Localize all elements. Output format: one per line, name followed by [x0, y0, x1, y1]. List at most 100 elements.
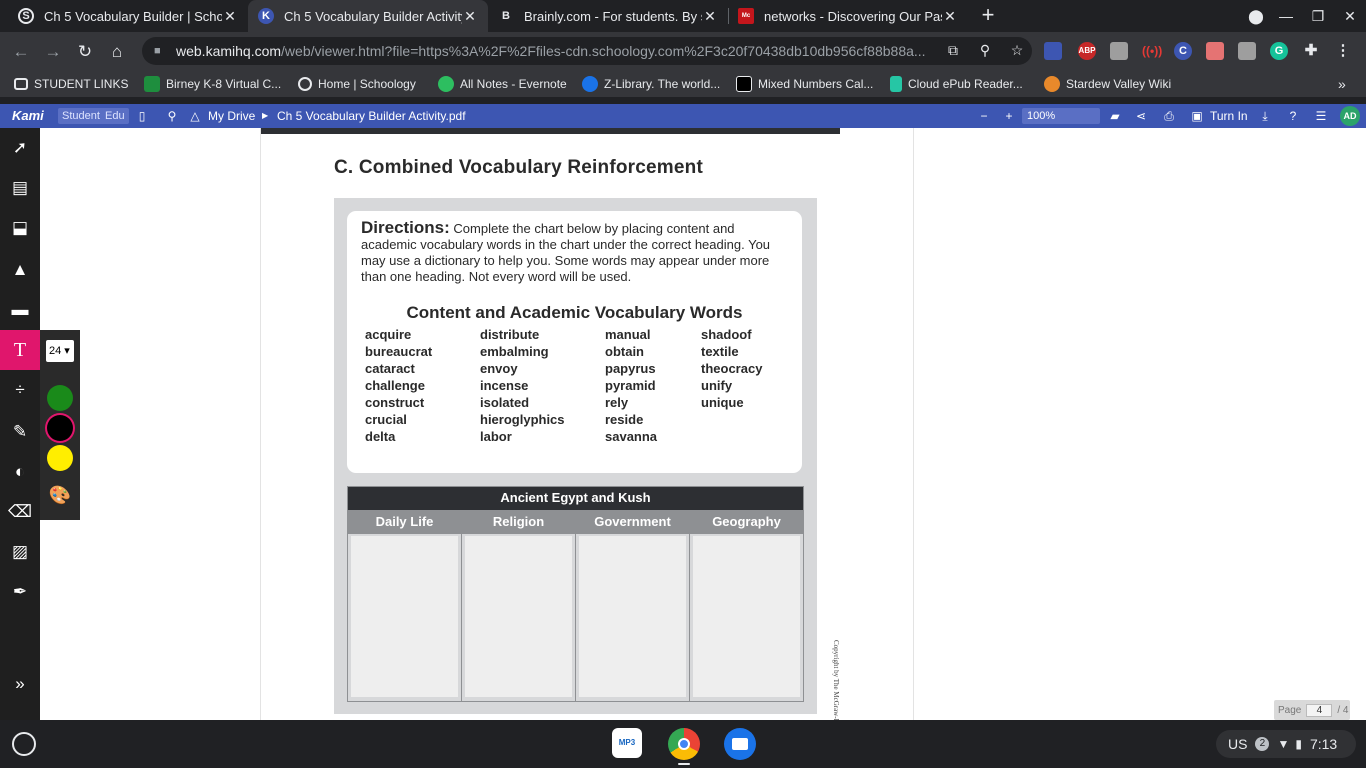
avatar[interactable]: AD — [1340, 106, 1360, 126]
bookmark-label: Z-Library. The world... — [604, 77, 721, 91]
text-tool-icon[interactable]: T — [0, 330, 40, 370]
share-icon[interactable]: ⋖ — [1132, 107, 1150, 125]
equation-tool-icon[interactable]: ÷ — [0, 370, 40, 410]
mp3-app-icon[interactable]: MP3 — [612, 728, 642, 758]
vocab-word: hieroglyphics — [480, 412, 565, 427]
save-icon[interactable]: ▣ — [1188, 107, 1206, 125]
close-tab-icon[interactable]: ✕ — [702, 8, 718, 25]
tab-search-icon[interactable]: ⬤ — [1240, 0, 1272, 32]
schoology-icon — [298, 77, 312, 91]
sidebar-toggle-icon[interactable]: ▯ — [134, 107, 150, 125]
zoom-in-icon[interactable]: + — [1001, 107, 1017, 125]
chrome-app-icon[interactable] — [668, 728, 700, 760]
download-icon[interactable]: ⤓ — [1256, 107, 1274, 125]
close-tab-icon[interactable]: ✕ — [942, 8, 958, 25]
bookmark-star-icon[interactable]: ☆ — [1006, 42, 1028, 60]
extension-abp-icon[interactable]: ABP — [1078, 42, 1096, 60]
bookmark-label: All Notes - Evernote — [460, 77, 567, 91]
vocab-title: Content and Academic Vocabulary Words — [406, 303, 743, 322]
zoom-select[interactable]: 100% — [1022, 108, 1100, 124]
tab-schoology[interactable]: S Ch 5 Vocabulary Builder | Schoo ✕ — [8, 0, 248, 32]
extension-video-icon[interactable] — [1206, 42, 1224, 60]
text-tool-options: 24 ▾ 🎨 — [40, 330, 80, 520]
bookmarks-overflow-icon[interactable]: » — [1338, 75, 1346, 93]
restore-icon[interactable]: ❐ — [1302, 0, 1334, 32]
files-app-icon[interactable] — [724, 728, 756, 760]
epub-icon — [890, 76, 902, 92]
open-file-icon[interactable]: ▰ — [1106, 107, 1124, 125]
window-close-icon[interactable]: ✕ — [1334, 0, 1366, 32]
bookmark-birney[interactable]: Birney K-8 Virtual C... — [144, 75, 281, 93]
comment-media-tool-icon[interactable]: ⬓ — [0, 208, 40, 248]
directions-text: Directions: Complete the chart below by … — [361, 219, 791, 285]
kami-logo: Kami — [12, 108, 44, 123]
bookmark-mixed-numbers[interactable]: Mixed Numbers Cal... — [736, 75, 873, 93]
table-frame — [347, 486, 804, 702]
forward-icon[interactable]: → — [40, 39, 66, 65]
open-in-app-icon[interactable]: ⧉ — [942, 42, 964, 60]
palette-icon[interactable]: 🎨 — [47, 482, 73, 508]
drawing-tool-icon[interactable]: ✎ — [0, 412, 40, 452]
extension-kami-icon[interactable] — [1044, 42, 1062, 60]
minimize-icon[interactable]: — — [1270, 0, 1302, 32]
vocab-word: shadoof — [701, 327, 752, 342]
signature-tool-icon[interactable]: ✒ — [0, 572, 40, 612]
markup-tool-icon[interactable]: ▤ — [0, 168, 40, 208]
new-tab-button[interactable]: + — [976, 4, 1000, 28]
color-swatch-black[interactable] — [47, 415, 73, 441]
tab-networks[interactable]: Mc networks - Discovering Our Past ✕ — [728, 0, 968, 32]
browser-menu-icon[interactable]: ⋮ — [1334, 42, 1352, 60]
comment-tool-icon[interactable]: ▬ — [0, 290, 40, 330]
home-icon[interactable]: ⌂ — [104, 39, 130, 65]
bookmark-zlibrary[interactable]: Z-Library. The world... — [582, 75, 720, 93]
address-bar[interactable]: ■ web.kamihq.com/web/viewer.html?file=ht… — [142, 37, 1032, 65]
notification-badge: 2 — [1255, 737, 1270, 751]
vocab-column-4: shadoof textile theocracy unify unique — [701, 326, 762, 411]
shapes-tool-icon[interactable]: ◐ — [0, 452, 40, 492]
extensions-puzzle-icon[interactable]: ✚ — [1302, 42, 1320, 60]
zoom-out-icon[interactable]: − — [976, 107, 992, 125]
tab-brainly[interactable]: B Brainly.com - For students. By st ✕ — [488, 0, 728, 32]
breadcrumb-my-drive[interactable]: My Drive — [208, 107, 255, 125]
tab-title: Brainly.com - For students. By st — [524, 8, 702, 24]
expand-rail-icon[interactable]: » — [0, 664, 40, 704]
bookmark-label: Home | Schoology — [318, 77, 416, 91]
tab-kami[interactable]: K Ch 5 Vocabulary Builder Activity ✕ — [248, 0, 488, 32]
launcher-icon[interactable] — [12, 732, 36, 756]
color-swatch-yellow[interactable] — [47, 445, 73, 471]
extension-grid-icon[interactable] — [1110, 42, 1128, 60]
close-tab-icon[interactable]: ✕ — [462, 8, 478, 25]
select-tool-icon[interactable]: ➚ — [0, 128, 40, 168]
help-icon[interactable]: ? — [1284, 107, 1302, 125]
kami-toolbar: Kami Student Edu ▯ ⚲ △ My Drive ▶ Ch 5 V… — [0, 104, 1366, 128]
zlibrary-icon — [582, 76, 598, 92]
color-swatch-green[interactable] — [47, 385, 73, 411]
menu-icon[interactable]: ☰ — [1312, 107, 1330, 125]
font-size-select[interactable]: 24 ▾ — [46, 340, 74, 362]
add-image-tool-icon[interactable]: ▨ — [0, 532, 40, 572]
bookmark-student-links[interactable]: STUDENT LINKS — [14, 75, 128, 93]
status-area[interactable]: US 2 ▼ ▮ 7:13 — [1216, 730, 1356, 758]
highlight-tool-icon[interactable]: ▲ — [0, 250, 40, 290]
vocab-word: distribute — [480, 327, 540, 342]
search-icon[interactable]: ⚲ — [164, 107, 180, 125]
bookmark-stardew[interactable]: Stardew Valley Wiki — [1044, 75, 1171, 93]
bookmark-epub[interactable]: Cloud ePub Reader... — [890, 75, 1023, 93]
close-tab-icon[interactable]: ✕ — [222, 8, 238, 25]
page-number-input[interactable]: 4 — [1306, 703, 1333, 717]
extension-c-icon[interactable]: C — [1174, 42, 1192, 60]
extension-signal-icon[interactable]: ((•)) — [1142, 42, 1162, 60]
bookmark-schoology[interactable]: Home | Schoology — [298, 75, 416, 93]
vocab-column-1: acquire bureaucrat cataract challenge co… — [365, 326, 432, 445]
vocab-word: theocracy — [701, 361, 763, 376]
back-icon[interactable]: ← — [8, 39, 34, 65]
reload-icon[interactable]: ↻ — [72, 39, 98, 65]
lock-icon: ■ — [154, 45, 161, 57]
zoom-icon[interactable]: ⚲ — [974, 42, 996, 60]
turn-in-button[interactable]: Turn In — [1210, 107, 1248, 125]
eraser-tool-icon[interactable]: ⌫ — [0, 492, 40, 532]
print-icon[interactable]: ⎙ — [1160, 107, 1178, 125]
extension-reader-icon[interactable] — [1238, 42, 1256, 60]
extension-grammarly-icon[interactable]: G — [1270, 42, 1288, 60]
bookmark-evernote[interactable]: All Notes - Evernote — [438, 75, 567, 93]
